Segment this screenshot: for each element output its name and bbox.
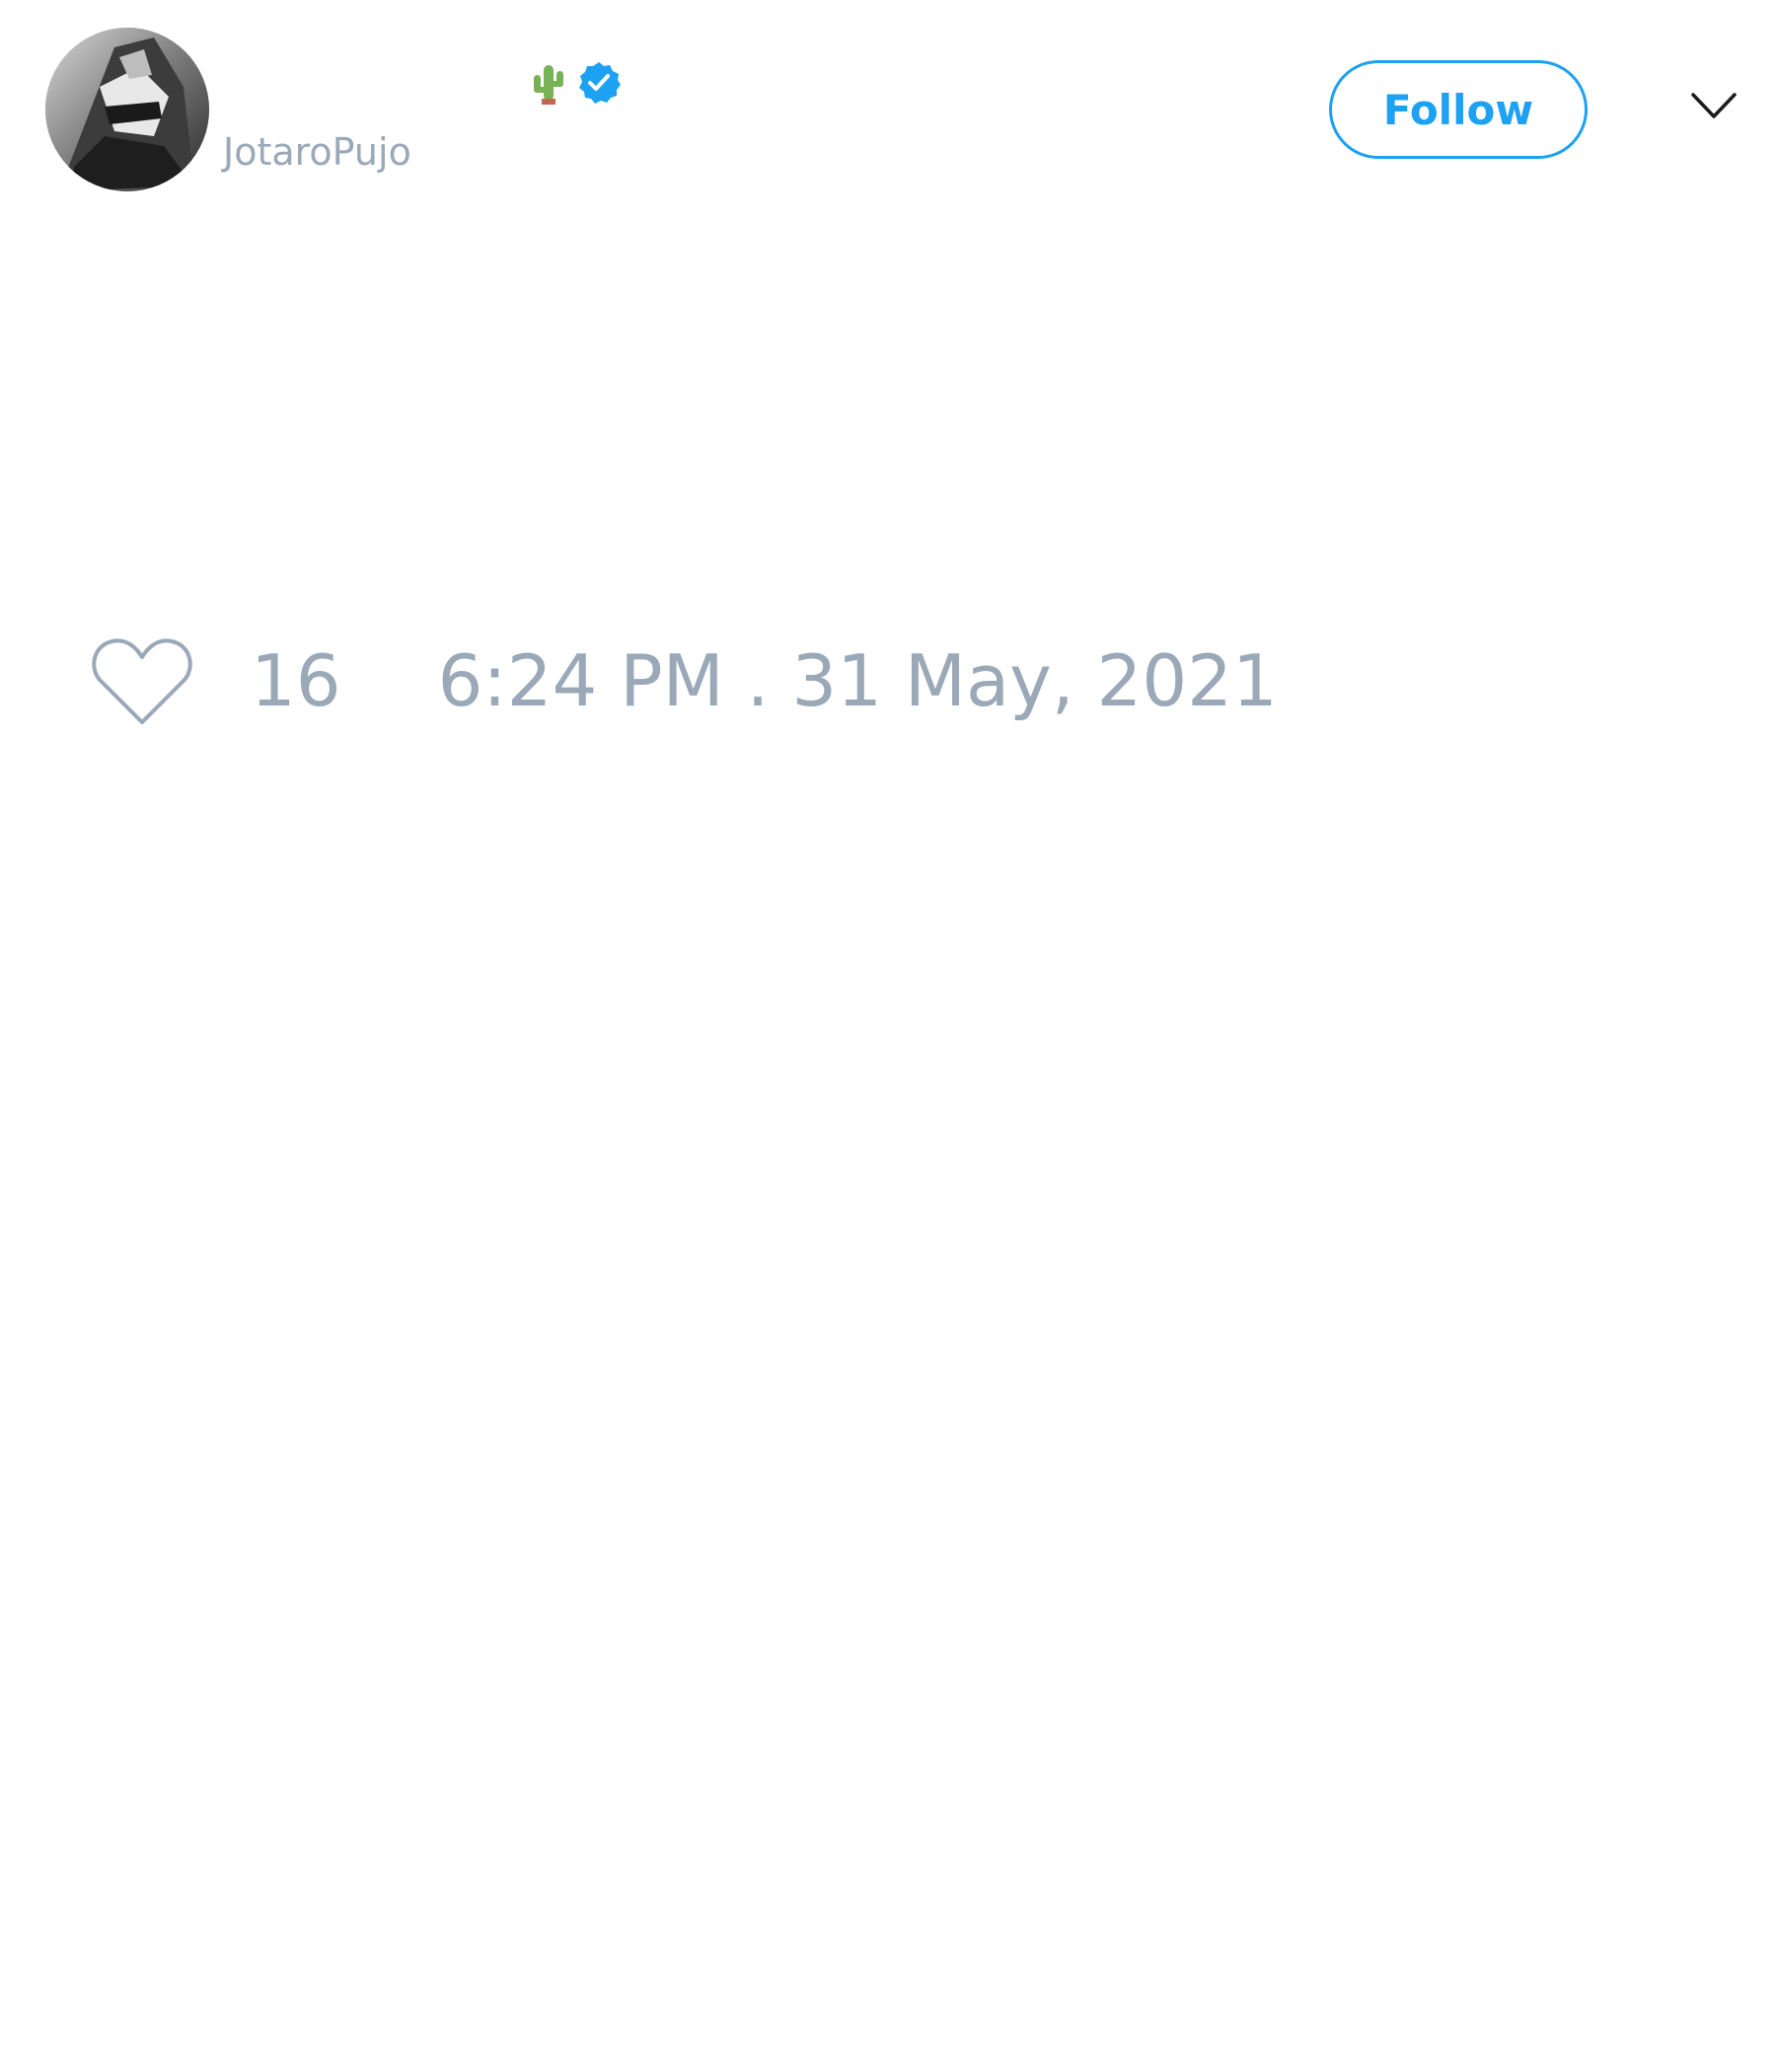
tweet-timestamp[interactable]: 6:24 PM . 31 May, 2021 bbox=[438, 633, 1278, 728]
heart-icon[interactable] bbox=[91, 633, 193, 728]
username-handle[interactable]: JotaroPujo bbox=[223, 128, 411, 176]
like-count: 16 bbox=[251, 639, 341, 722]
cactus-icon bbox=[534, 65, 563, 105]
avatar[interactable] bbox=[45, 28, 209, 191]
tweet-card: JotaroPujo Follow 16 6:24 PM . 31 May, 2… bbox=[0, 0, 1776, 2072]
follow-button[interactable]: Follow bbox=[1329, 60, 1588, 159]
avatar-image bbox=[45, 28, 209, 191]
chevron-down-icon[interactable] bbox=[1691, 91, 1737, 120]
verified-badge-icon bbox=[579, 62, 621, 104]
display-name[interactable] bbox=[531, 55, 622, 111]
tweet-footer: 16 6:24 PM . 31 May, 2021 bbox=[91, 633, 1278, 728]
